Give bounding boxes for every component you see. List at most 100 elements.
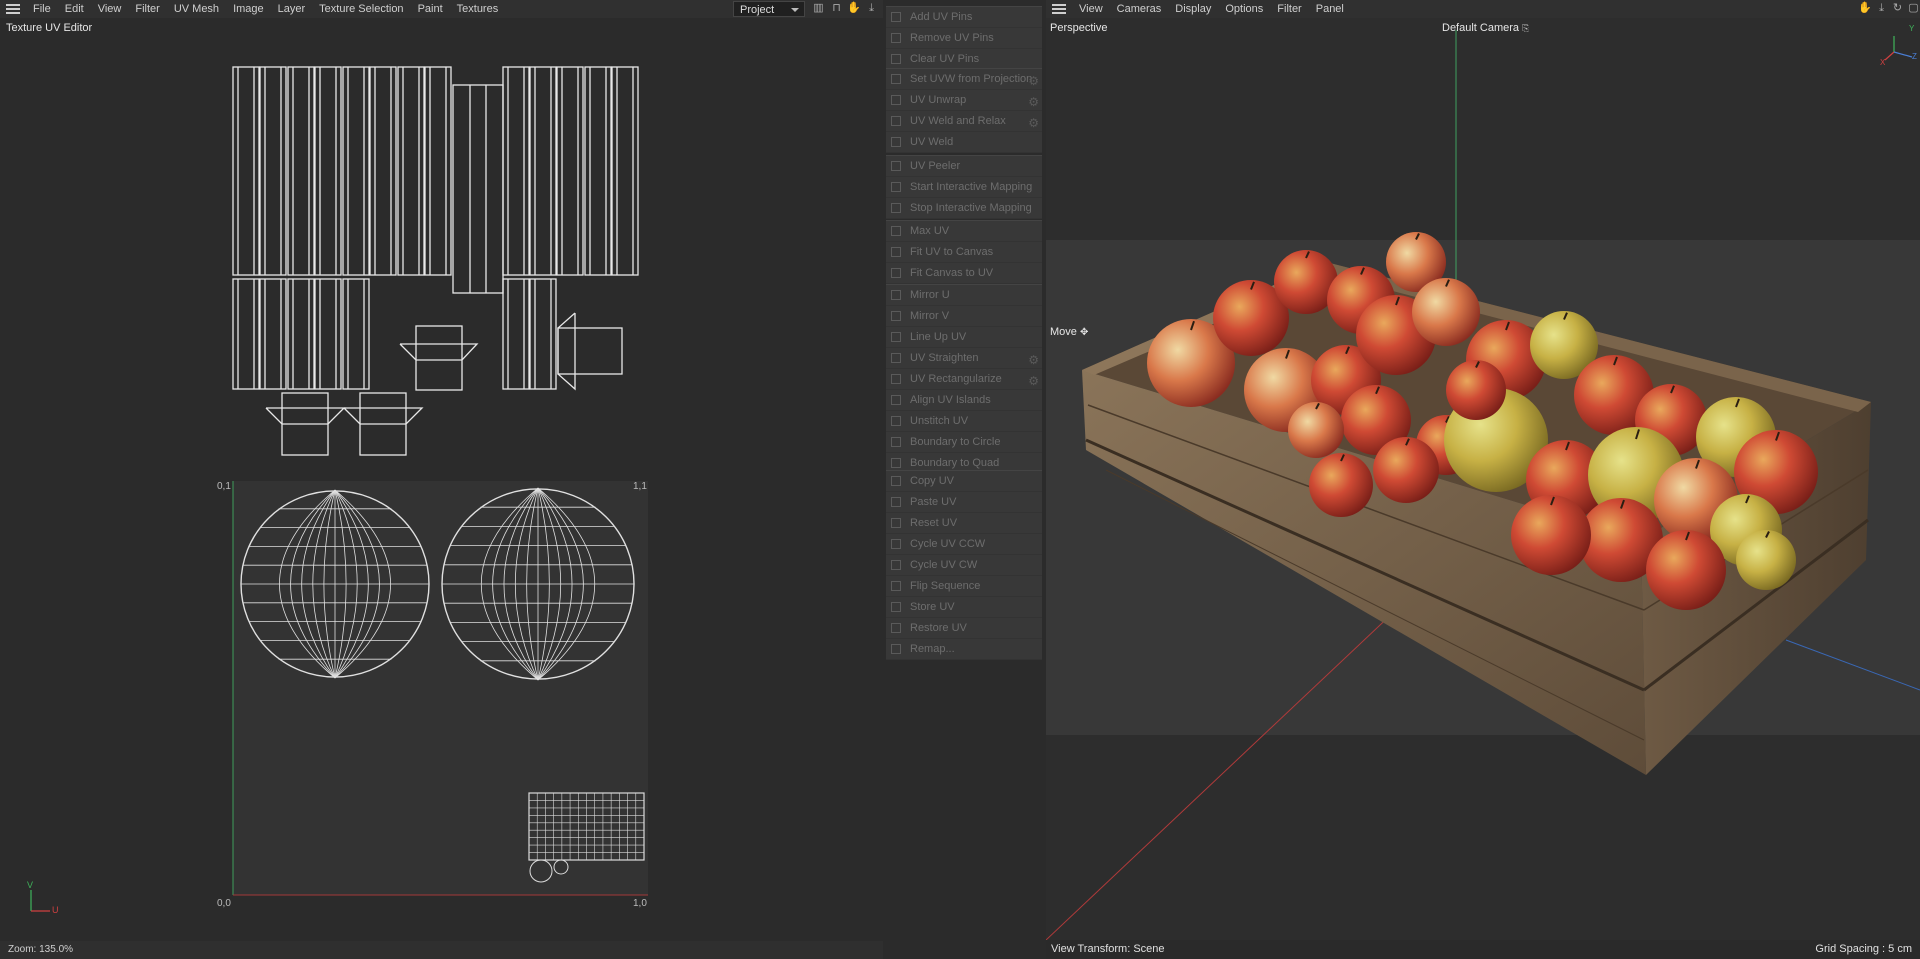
tool-uv-weld-and-relax[interactable]: UV Weld and Relax ⚙	[886, 111, 1042, 132]
menu-textures[interactable]: Textures	[450, 0, 506, 18]
tool-label: Fit UV to Canvas	[910, 246, 994, 258]
histogram-icon[interactable]: ▥	[812, 2, 825, 15]
pan-hand-icon[interactable]: ✋	[847, 2, 861, 15]
tool-store-uv[interactable]: Store UV	[886, 597, 1042, 618]
menu-edit[interactable]: Edit	[58, 0, 91, 18]
tool-mirror-v[interactable]: Mirror V	[886, 306, 1042, 327]
v-axis-label: V	[27, 880, 34, 890]
project-dropdown-label: Project	[740, 4, 775, 16]
menu-texture-selection[interactable]: Texture Selection	[312, 0, 410, 18]
move-down-icon[interactable]: ⤓	[1875, 2, 1888, 15]
menu-uv-mesh[interactable]: UV Mesh	[167, 0, 226, 18]
gizmo-z-label: Z	[1912, 52, 1917, 61]
apple	[1309, 453, 1373, 517]
gear-icon[interactable]: ⚙	[1028, 371, 1039, 391]
uv-canvas[interactable]	[0, 0, 883, 959]
tool-boundary-to-circle[interactable]: Boundary to Circle	[886, 432, 1042, 453]
tool-uv-unwrap[interactable]: UV Unwrap ⚙	[886, 90, 1042, 111]
restore-uv-icon	[891, 623, 901, 633]
viewport-canvas[interactable]	[1046, 0, 1920, 959]
tool-label: Boundary to Circle	[910, 436, 1001, 448]
menu-filter[interactable]: Filter	[1270, 0, 1308, 18]
cycle-uv-ccw-icon	[891, 539, 901, 549]
tool-add-uv-pins[interactable]: Add UV Pins	[886, 7, 1042, 28]
menu-image[interactable]: Image	[226, 0, 271, 18]
mirror-v-icon	[891, 311, 901, 321]
menu-file[interactable]: File	[26, 0, 58, 18]
gear-icon[interactable]: ⚙	[1028, 71, 1039, 91]
tool-remove-uv-pins[interactable]: Remove UV Pins	[886, 28, 1042, 49]
corner-label-bottom-left: 0,0	[217, 898, 231, 909]
grid-spacing-label: Grid Spacing : 5 cm	[1815, 943, 1912, 955]
menu-paint[interactable]: Paint	[411, 0, 450, 18]
tool-label: UV Straighten	[910, 352, 979, 364]
tool-copy-uv[interactable]: Copy UV	[886, 471, 1042, 492]
tool-max-uv[interactable]: Max UV	[886, 221, 1042, 242]
tool-clear-uv-pins[interactable]: Clear UV Pins	[886, 49, 1042, 70]
menu-panel[interactable]: Panel	[1309, 0, 1351, 18]
tool-start-interactive-mapping[interactable]: Start Interactive Mapping	[886, 177, 1042, 198]
tool-label: Cycle UV CW	[910, 559, 978, 571]
boundary-to-quad-icon	[891, 458, 901, 468]
menu-view[interactable]: View	[91, 0, 129, 18]
tool-fit-uv-to-canvas[interactable]: Fit UV to Canvas	[886, 242, 1042, 263]
tool-uv-straighten[interactable]: UV Straighten ⚙	[886, 348, 1042, 369]
tool-flip-sequence[interactable]: Flip Sequence	[886, 576, 1042, 597]
tool-unstitch-uv[interactable]: Unstitch UV	[886, 411, 1042, 432]
tool-label: Move ✥	[1050, 326, 1088, 338]
gear-icon[interactable]: ⚙	[1028, 350, 1039, 370]
tool-line-up-uv[interactable]: Line Up UV	[886, 327, 1042, 348]
tool-remap[interactable]: Remap...	[886, 639, 1042, 660]
tool-label: Copy UV	[910, 475, 955, 487]
tool-set-uvw-from-projection[interactable]: Set UVW from Projection ⚙	[886, 69, 1042, 90]
tool-fit-canvas-to-uv[interactable]: Fit Canvas to UV	[886, 263, 1042, 284]
unstitch-uv-icon	[891, 416, 901, 426]
u-axis-label: U	[52, 905, 59, 915]
tool-uv-rectangularize[interactable]: UV Rectangularize ⚙	[886, 369, 1042, 390]
move-down-icon[interactable]: ⤓	[865, 2, 878, 15]
chevron-down-icon	[791, 8, 799, 12]
tool-uv-peeler[interactable]: UV Peeler	[886, 156, 1042, 177]
align-uv-islands-icon	[891, 395, 901, 405]
apple	[1412, 278, 1480, 346]
tool-label: Fit Canvas to UV	[910, 267, 994, 279]
tool-paste-uv[interactable]: Paste UV	[886, 492, 1042, 513]
tool-cycle-uv-ccw[interactable]: Cycle UV CCW	[886, 534, 1042, 555]
tool-label: Remap...	[910, 643, 955, 655]
tool-uv-weld[interactable]: UV Weld	[886, 132, 1042, 153]
tool-reset-uv[interactable]: Reset UV	[886, 513, 1042, 534]
tool-restore-uv[interactable]: Restore UV	[886, 618, 1042, 639]
menu-display[interactable]: Display	[1168, 0, 1218, 18]
tool-mirror-u[interactable]: Mirror U	[886, 285, 1042, 306]
apple	[1446, 360, 1506, 420]
menu-icon[interactable]	[1052, 4, 1066, 14]
tool-group: Copy UV Paste UV Reset UV Cycle UV CCW Cycle…	[886, 470, 1042, 660]
menu-cameras[interactable]: Cameras	[1110, 0, 1169, 18]
rotate-icon[interactable]: ↻	[1891, 2, 1904, 15]
camera-label[interactable]: Default Camera ⎘	[1442, 22, 1529, 34]
menu-view[interactable]: View	[1072, 0, 1110, 18]
store-uv-icon	[891, 602, 901, 612]
remap-icon	[891, 644, 901, 654]
mirror-u-icon	[891, 290, 901, 300]
menu-icon[interactable]	[6, 4, 20, 14]
menu-options[interactable]: Options	[1218, 0, 1270, 18]
copy-uv-icon	[891, 476, 901, 486]
gear-icon[interactable]: ⚙	[1028, 92, 1039, 112]
tool-label: Stop Interactive Mapping	[910, 202, 1032, 214]
panel-title: Texture UV Editor	[6, 22, 93, 34]
perspective-viewport[interactable]: View Cameras Display Options Filter Panel ✋ ⤓…	[1046, 0, 1920, 959]
tool-align-uv-islands[interactable]: Align UV Islands	[886, 390, 1042, 411]
lock-icon[interactable]: ⊓	[830, 2, 843, 15]
tool-label: Boundary to Quad	[910, 457, 1000, 469]
maximize-icon[interactable]: ▢	[1907, 2, 1920, 15]
reset-uv-icon	[891, 518, 901, 528]
pan-hand-icon[interactable]: ✋	[1858, 2, 1872, 15]
tool-label: Mirror U	[910, 289, 950, 301]
menu-filter[interactable]: Filter	[128, 0, 166, 18]
gear-icon[interactable]: ⚙	[1028, 113, 1039, 133]
tool-stop-interactive-mapping[interactable]: Stop Interactive Mapping	[886, 198, 1042, 219]
menu-layer[interactable]: Layer	[271, 0, 313, 18]
project-dropdown[interactable]: Project	[733, 1, 805, 17]
tool-cycle-uv-cw[interactable]: Cycle UV CW	[886, 555, 1042, 576]
